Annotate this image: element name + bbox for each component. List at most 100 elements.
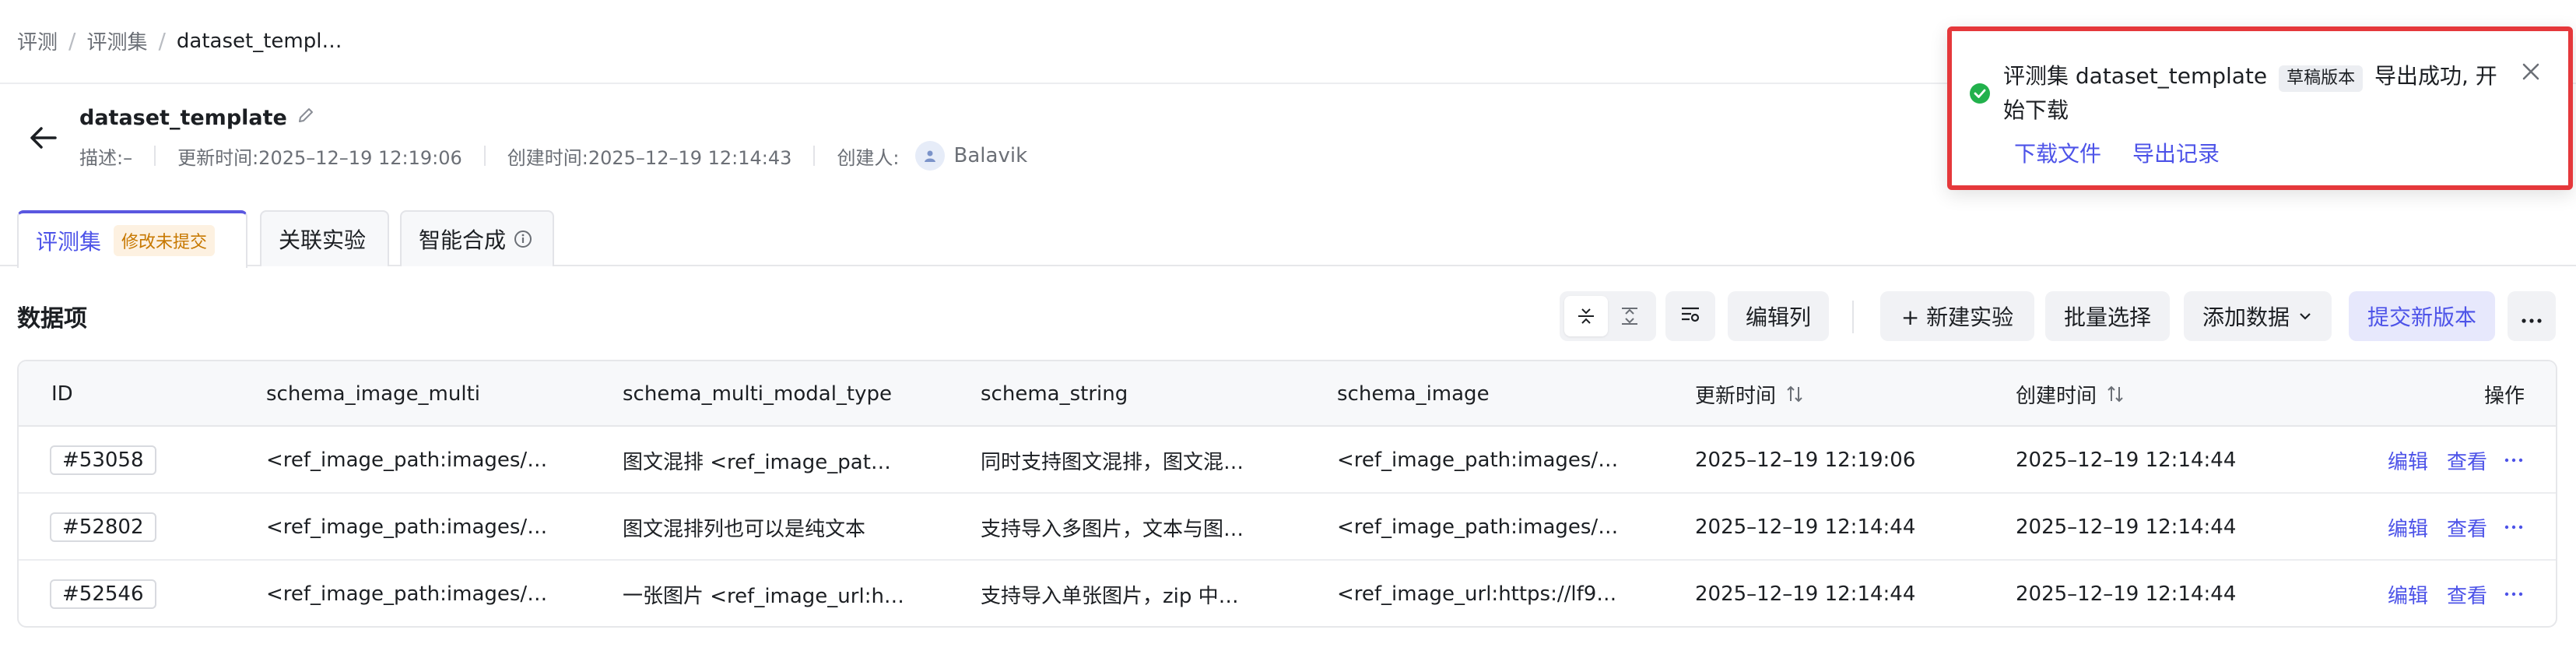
tab-smart-synthesis[interactable]: 智能合成 (400, 210, 554, 266)
more-options-button[interactable] (2508, 291, 2556, 341)
more-horizontal-icon (2521, 304, 2543, 329)
id-tag: #52802 (50, 512, 156, 542)
created-time: 创建时间:2025–12–19 12:14:43 (507, 146, 792, 169)
submit-new-version-button[interactable]: 提交新版本 (2349, 291, 2495, 341)
toast-links: 下载文件 导出记录 (2014, 137, 2251, 168)
cell-updated: 2025–12–19 12:19:06 (1695, 449, 1916, 472)
cell-image-multi: <ref_image_path:images/… (266, 449, 548, 472)
section-title: 数据项 (17, 305, 87, 332)
breadcrumb-item-current: dataset_templ… (176, 29, 342, 53)
unsaved-badge: 修改未提交 (114, 225, 216, 256)
cell-updated: 2025–12–19 12:14:44 (1695, 582, 1916, 606)
toast-message: 评测集 dataset_template 草稿版本 导出成功, 开始下载 (2003, 59, 2501, 128)
tab-bar: 评测集 修改未提交 关联实验 智能合成 (0, 209, 2576, 268)
cell-multi-modal: 一张图片 <ref_image_url:h… (623, 584, 904, 608)
view-link[interactable]: 查看 (2447, 580, 2487, 609)
more-horizontal-icon[interactable] (2504, 525, 2523, 530)
updated-time: 更新时间:2025–12–19 12:19:06 (177, 146, 462, 169)
data-table: ID schema_image_multi schema_multi_modal… (17, 360, 2557, 628)
description-text: 描述:– (79, 146, 133, 169)
table-row[interactable]: #52802 <ref_image_path:images/… 图文混排列也可以… (19, 494, 2556, 561)
add-data-button[interactable]: 添加数据 (2184, 291, 2332, 341)
cell-created: 2025–12–19 12:14:44 (2016, 449, 2237, 472)
sort-icon[interactable] (2106, 384, 2125, 404)
table-header: ID schema_image_multi schema_multi_modal… (19, 361, 2556, 427)
column-header-created[interactable]: 创建时间 (2016, 361, 2125, 427)
expand-rows-icon[interactable] (1608, 296, 1651, 336)
row-density-toggle[interactable] (1560, 291, 1656, 341)
back-arrow-icon[interactable] (23, 118, 62, 157)
tab-label: 智能合成 (419, 227, 507, 253)
collapse-rows-icon[interactable] (1564, 296, 1608, 336)
cell-updated: 2025–12–19 12:14:44 (1695, 515, 1916, 539)
tab-label: 关联实验 (279, 227, 367, 253)
info-icon[interactable] (514, 230, 532, 248)
column-header-label: 更新时间 (1695, 384, 1777, 408)
tab-related-experiments[interactable]: 关联实验 (260, 210, 389, 266)
close-icon[interactable] (2522, 62, 2540, 84)
column-header-schema-multi-modal-type: schema_multi_modal_type (623, 382, 892, 406)
toast-prefix: 评测集 dataset_template (2003, 63, 2268, 89)
pencil-icon[interactable] (297, 106, 315, 130)
breadcrumb: 评测 / 评测集 / dataset_templ… (17, 26, 342, 55)
sort-icon[interactable] (1785, 384, 1804, 404)
add-data-label: 添加数据 (2202, 304, 2290, 330)
id-tag: #52546 (50, 579, 156, 609)
cell-image-multi: <ref_image_path:images/… (266, 582, 548, 606)
export-success-toast: 评测集 dataset_template 草稿版本 导出成功, 开始下载 下载文… (1947, 26, 2573, 190)
tab-label: 评测集 (36, 229, 102, 255)
column-header-schema-string: schema_string (981, 382, 1128, 406)
table-row[interactable]: #52546 <ref_image_path:images/… 一张图片 <re… (19, 561, 2556, 626)
cell-image: <ref_image_path:images/… (1337, 515, 1619, 539)
cell-string: 同时支持图文混排，图文混… (981, 450, 1244, 474)
more-horizontal-icon[interactable] (2504, 458, 2523, 463)
toolbar-divider (1852, 301, 1854, 333)
column-header-schema-image: schema_image (1337, 382, 1490, 406)
cell-image-multi: <ref_image_path:images/… (266, 515, 548, 539)
divider (813, 146, 816, 166)
new-experiment-button[interactable]: + 新建实验 (1880, 291, 2034, 341)
title-row: dataset_template (79, 106, 315, 130)
cell-created: 2025–12–19 12:14:44 (2016, 582, 2237, 606)
edit-link[interactable]: 编辑 (2388, 580, 2428, 609)
column-header-label: 创建时间 (2016, 384, 2097, 408)
breadcrumb-separator: / (68, 28, 76, 54)
avatar (914, 141, 945, 171)
divider (154, 146, 156, 166)
cell-multi-modal: 图文混排列也可以是纯文本 (623, 517, 866, 541)
cell-string: 支持导入单张图片，zip 中… (981, 584, 1239, 608)
view-link[interactable]: 查看 (2447, 513, 2487, 542)
breadcrumb-separator: / (158, 28, 166, 54)
column-header-actions: 操作 (2484, 384, 2525, 408)
cell-multi-modal: 图文混排 <ref_image_pat… (623, 450, 891, 474)
filter-settings-button[interactable] (1665, 291, 1715, 341)
download-file-link[interactable]: 下载文件 (2014, 137, 2101, 168)
edit-link[interactable]: 编辑 (2388, 513, 2428, 542)
table-row[interactable]: #53058 <ref_image_path:images/… 图文混排 <re… (19, 427, 2556, 494)
divider (483, 146, 486, 166)
draft-version-badge: 草稿版本 (2279, 65, 2364, 92)
column-header-schema-image-multi: schema_image_multi (266, 382, 481, 406)
row-actions: 编辑 查看 (2388, 427, 2523, 494)
creator-name: Balavik (953, 144, 1028, 167)
creator-label: 创建人: (837, 146, 900, 169)
breadcrumb-item-eval[interactable]: 评测 (17, 26, 58, 55)
cell-image: <ref_image_url:https://lf9… (1337, 582, 1617, 606)
edit-columns-button[interactable]: 编辑列 (1728, 291, 1829, 341)
export-records-link[interactable]: 导出记录 (2132, 137, 2220, 168)
more-horizontal-icon[interactable] (2504, 592, 2523, 596)
page-title: dataset_template (79, 106, 287, 130)
id-tag: #53058 (50, 445, 156, 475)
view-link[interactable]: 查看 (2447, 446, 2487, 475)
column-header-id: ID (51, 382, 73, 406)
chevron-down-icon (2297, 308, 2313, 324)
edit-link[interactable]: 编辑 (2388, 446, 2428, 475)
tab-dataset[interactable]: 评测集 修改未提交 (17, 210, 247, 268)
row-actions: 编辑 查看 (2388, 494, 2523, 561)
breadcrumb-item-dataset[interactable]: 评测集 (86, 26, 147, 55)
cell-created: 2025–12–19 12:14:44 (2016, 515, 2237, 539)
batch-select-button[interactable]: 批量选择 (2045, 291, 2170, 341)
cell-image: <ref_image_path:images/… (1337, 449, 1619, 472)
filter-settings-icon (1679, 302, 1702, 331)
column-header-updated[interactable]: 更新时间 (1695, 361, 1804, 427)
